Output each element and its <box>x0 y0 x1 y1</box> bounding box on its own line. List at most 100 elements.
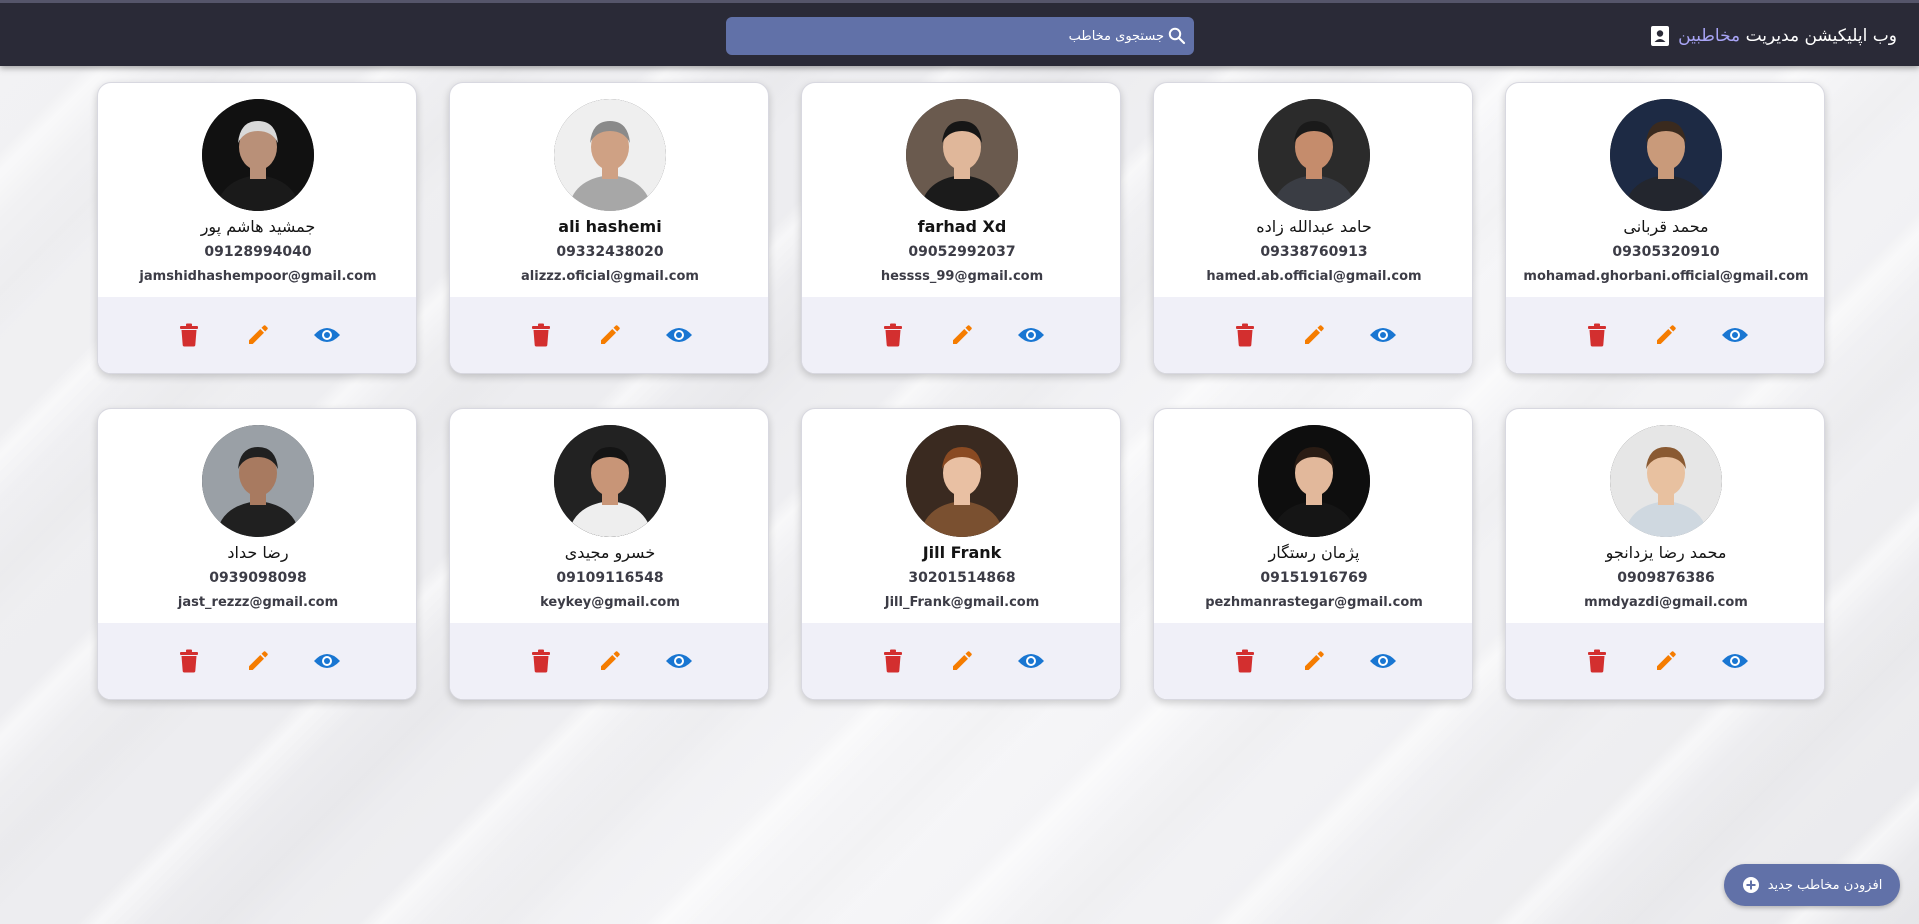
edit-button[interactable] <box>240 317 276 353</box>
contact-card: محمد قربانی 09305320910 mohamad.ghorbani… <box>1505 82 1825 374</box>
contact-card: farhad Xd 09052992037 hessss_99@gmail.co… <box>801 82 1121 374</box>
edit-button[interactable] <box>1296 643 1332 679</box>
pencil-icon <box>1305 325 1324 344</box>
avatar <box>1610 425 1722 537</box>
contact-name: جمشید هاشم پور <box>200 217 316 236</box>
app-title-accent: مخاطبین <box>1678 26 1741 46</box>
delete-button[interactable] <box>171 643 207 679</box>
contact-email: mmdyazdi@gmail.com <box>1584 595 1748 610</box>
card-actions <box>98 623 416 699</box>
contact-email: jast_rezzz@gmail.com <box>177 595 339 610</box>
contact-phone: 30201514868 <box>908 570 1016 586</box>
view-button[interactable] <box>661 317 697 353</box>
eye-icon <box>1722 654 1748 668</box>
add-contact-label: افزودن مخاطب جدید <box>1767 877 1883 893</box>
view-button[interactable] <box>1013 643 1049 679</box>
add-contact-button[interactable]: افزودن مخاطب جدید <box>1724 864 1900 906</box>
avatar-photo <box>202 425 314 537</box>
avatar-photo <box>906 425 1018 537</box>
contact-name: محمد رضا یزدانجو <box>1605 543 1727 562</box>
edit-button[interactable] <box>592 317 628 353</box>
trash-icon <box>884 649 902 673</box>
search-icon[interactable] <box>1168 27 1186 45</box>
contact-phone: 0939098098 <box>209 570 307 586</box>
eye-icon <box>1018 654 1044 668</box>
contact-name: Jill Frank <box>922 543 1002 562</box>
view-button[interactable] <box>1365 643 1401 679</box>
trash-icon <box>180 323 198 347</box>
search-box[interactable] <box>726 17 1194 55</box>
contact-card: پژمان رستگار 09151916769 pezhmanrastegar… <box>1153 408 1473 700</box>
view-button[interactable] <box>661 643 697 679</box>
avatar <box>1258 425 1370 537</box>
edit-button[interactable] <box>944 317 980 353</box>
view-button[interactable] <box>1365 317 1401 353</box>
delete-button[interactable] <box>1227 643 1263 679</box>
delete-button[interactable] <box>1579 317 1615 353</box>
eye-icon <box>1722 328 1748 342</box>
pencil-icon <box>953 651 972 670</box>
delete-button[interactable] <box>1579 643 1615 679</box>
pencil-icon <box>1657 651 1676 670</box>
search-input[interactable] <box>734 17 1164 55</box>
contact-card: ali hashemi 09332438020 alizzz.oficial@g… <box>449 82 769 374</box>
contact-email: keykey@gmail.com <box>540 595 680 610</box>
pencil-icon <box>601 651 620 670</box>
contact-name: محمد قربانی <box>1623 217 1709 236</box>
contact-phone: 09305320910 <box>1612 244 1720 260</box>
view-button[interactable] <box>1717 317 1753 353</box>
avatar-photo <box>1258 425 1370 537</box>
avatar-photo <box>906 99 1018 211</box>
contact-email: Jill_Frank@gmail.com <box>884 595 1040 610</box>
edit-button[interactable] <box>240 643 276 679</box>
eye-icon <box>1370 654 1396 668</box>
trash-icon <box>180 649 198 673</box>
view-button[interactable] <box>1013 317 1049 353</box>
card-actions <box>450 623 768 699</box>
pencil-icon <box>953 325 972 344</box>
contact-phone: 09338760913 <box>1260 244 1368 260</box>
card-actions <box>450 297 768 373</box>
avatar-photo <box>202 99 314 211</box>
card-actions <box>1506 623 1824 699</box>
trash-icon <box>1236 323 1254 347</box>
contact-phone: 09109116548 <box>556 570 664 586</box>
delete-button[interactable] <box>875 643 911 679</box>
contact-card: رضا حداد 0939098098 jast_rezzz@gmail.com <box>97 408 417 700</box>
contact-email: hessss_99@gmail.com <box>880 269 1044 284</box>
delete-button[interactable] <box>1227 317 1263 353</box>
avatar <box>554 99 666 211</box>
app-brand: وب اپلیکیشن مدیریت مخاطبین <box>1650 23 1897 49</box>
eye-icon <box>1018 328 1044 342</box>
contact-email: hamed.ab.official@gmail.com <box>1206 269 1422 284</box>
edit-button[interactable] <box>1648 643 1684 679</box>
edit-button[interactable] <box>1648 317 1684 353</box>
pencil-icon <box>249 325 268 344</box>
delete-button[interactable] <box>875 317 911 353</box>
card-actions <box>1506 297 1824 373</box>
contact-book-icon <box>1651 26 1670 46</box>
contact-card: Jill Frank 30201514868 Jill_Frank@gmail.… <box>801 408 1121 700</box>
eye-icon <box>314 654 340 668</box>
eye-icon <box>1370 328 1396 342</box>
contact-name: پژمان رستگار <box>1268 543 1360 562</box>
view-button[interactable] <box>309 643 345 679</box>
view-button[interactable] <box>1717 643 1753 679</box>
contact-phone: 0909876386 <box>1617 570 1715 586</box>
edit-button[interactable] <box>944 643 980 679</box>
contact-phone: 09151916769 <box>1260 570 1368 586</box>
edit-button[interactable] <box>592 643 628 679</box>
contact-name: رضا حداد <box>227 543 289 562</box>
avatar-photo <box>554 99 666 211</box>
pencil-icon <box>1305 651 1324 670</box>
delete-button[interactable] <box>523 317 559 353</box>
view-button[interactable] <box>309 317 345 353</box>
pencil-icon <box>249 651 268 670</box>
delete-button[interactable] <box>171 317 207 353</box>
contact-card: خسرو مجیدی 09109116548 keykey@gmail.com <box>449 408 769 700</box>
eye-icon <box>666 654 692 668</box>
avatar <box>1610 99 1722 211</box>
avatar <box>906 99 1018 211</box>
edit-button[interactable] <box>1296 317 1332 353</box>
delete-button[interactable] <box>523 643 559 679</box>
